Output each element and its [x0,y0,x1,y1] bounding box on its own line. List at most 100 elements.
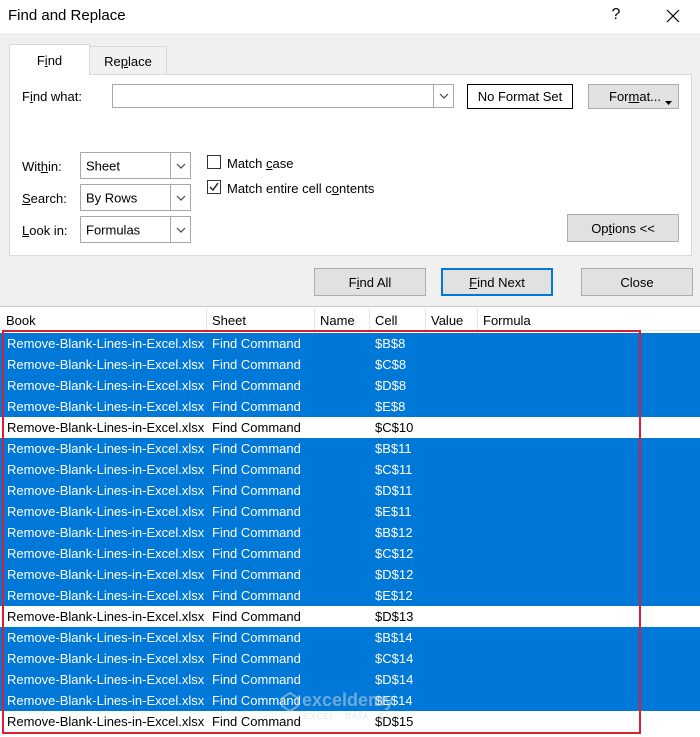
results-list[interactable]: Book Sheet Name Cell Value Formula Remov… [0,306,700,737]
cell-sheet: Find Command [212,546,301,561]
cell-sheet: Find Command [212,462,301,477]
table-row[interactable]: Remove-Blank-Lines-in-Excel.xlsx Find Com… [0,564,700,585]
cell-book: Remove-Blank-Lines-in-Excel.xlsx [7,357,205,372]
cell-address: $C$8 [375,357,407,372]
lookin-label: Look in: [22,223,68,238]
col-sheet[interactable]: Sheet [212,313,246,328]
cell-address: $D$11 [375,483,413,498]
cell-address: $E$8 [375,399,406,414]
tab-find[interactable]: Find [9,44,90,75]
cell-address: $B$8 [375,336,406,351]
cell-book: Remove-Blank-Lines-in-Excel.xlsx [7,714,205,729]
chevron-down-icon[interactable] [433,85,453,107]
chevron-down-icon[interactable] [170,153,190,178]
table-row[interactable]: Remove-Blank-Lines-in-Excel.xlsx Find Com… [0,375,700,396]
col-divider[interactable] [425,308,426,330]
table-row[interactable]: Remove-Blank-Lines-in-Excel.xlsx Find Com… [0,585,700,606]
close-window-icon[interactable] [662,5,684,27]
within-select[interactable]: Sheet [80,152,191,179]
col-divider[interactable] [477,308,478,330]
match-entire-checkbox[interactable] [207,180,221,194]
col-formula[interactable]: Formula [483,313,531,328]
results-header: Book Sheet Name Cell Value Formula [0,307,700,331]
cell-book: Remove-Blank-Lines-in-Excel.xlsx [7,672,205,687]
cell-book: Remove-Blank-Lines-in-Excel.xlsx [7,651,205,666]
cell-address: $E$14 [375,693,413,708]
find-what-label: Find what: [22,89,82,104]
results-rows: Remove-Blank-Lines-in-Excel.xlsx Find Com… [0,333,700,732]
cell-sheet: Find Command [212,567,301,582]
cell-book: Remove-Blank-Lines-in-Excel.xlsx [7,336,205,351]
col-book[interactable]: Book [6,313,36,328]
cell-book: Remove-Blank-Lines-in-Excel.xlsx [7,630,205,645]
col-divider[interactable] [206,308,207,330]
cell-book: Remove-Blank-Lines-in-Excel.xlsx [7,609,205,624]
table-row[interactable]: Remove-Blank-Lines-in-Excel.xlsx Find Com… [0,333,700,354]
search-label: Search: [22,191,67,206]
cell-book: Remove-Blank-Lines-in-Excel.xlsx [7,693,205,708]
table-row[interactable]: Remove-Blank-Lines-in-Excel.xlsx Find Com… [0,669,700,690]
match-entire-label[interactable]: Match entire cell contents [227,181,374,196]
cell-sheet: Find Command [212,504,301,519]
close-button[interactable]: Close [581,268,693,296]
cell-book: Remove-Blank-Lines-in-Excel.xlsx [7,441,205,456]
cell-sheet: Find Command [212,399,301,414]
cell-sheet: Find Command [212,651,301,666]
within-value: Sheet [86,158,120,173]
chevron-down-icon[interactable] [170,185,190,210]
cell-book: Remove-Blank-Lines-in-Excel.xlsx [7,483,205,498]
cell-address: $D$8 [375,378,407,393]
table-row[interactable]: Remove-Blank-Lines-in-Excel.xlsx Find Com… [0,606,700,627]
table-row[interactable]: Remove-Blank-Lines-in-Excel.xlsx Find Com… [0,438,700,459]
cell-address: $E$11 [375,504,412,519]
match-case-checkbox[interactable] [207,155,221,169]
cell-sheet: Find Command [212,525,301,540]
format-button[interactable]: Format... [588,84,679,109]
table-row[interactable]: Remove-Blank-Lines-in-Excel.xlsx Find Com… [0,417,700,438]
cell-sheet: Find Command [212,693,301,708]
tab-replace-label: Replace [104,53,152,69]
col-cell[interactable]: Cell [375,313,397,328]
match-case-label[interactable]: Match case [227,156,293,171]
table-row[interactable]: Remove-Blank-Lines-in-Excel.xlsx Find Com… [0,480,700,501]
table-row[interactable]: Remove-Blank-Lines-in-Excel.xlsx Find Com… [0,543,700,564]
cell-sheet: Find Command [212,672,301,687]
cell-address: $B$11 [375,441,412,456]
cell-sheet: Find Command [212,336,301,351]
cell-address: $D$13 [375,609,414,624]
options-button[interactable]: Options << [567,214,679,242]
find-next-button[interactable]: Find Next [441,268,553,296]
table-row[interactable]: Remove-Blank-Lines-in-Excel.xlsx Find Com… [0,648,700,669]
table-row[interactable]: Remove-Blank-Lines-in-Excel.xlsx Find Com… [0,522,700,543]
chevron-down-icon[interactable] [170,217,190,242]
table-row[interactable]: Remove-Blank-Lines-in-Excel.xlsx Find Com… [0,354,700,375]
table-row[interactable]: Remove-Blank-Lines-in-Excel.xlsx Find Com… [0,501,700,522]
table-row[interactable]: Remove-Blank-Lines-in-Excel.xlsx Find Com… [0,396,700,417]
lookin-select[interactable]: Formulas [80,216,191,243]
cell-sheet: Find Command [212,441,301,456]
cell-address: $B$12 [375,525,413,540]
cell-book: Remove-Blank-Lines-in-Excel.xlsx [7,504,205,519]
search-select[interactable]: By Rows [80,184,191,211]
cell-sheet: Find Command [212,714,301,729]
search-value: By Rows [86,190,138,205]
cell-book: Remove-Blank-Lines-in-Excel.xlsx [7,378,205,393]
table-row[interactable]: Remove-Blank-Lines-in-Excel.xlsx Find Com… [0,690,700,711]
cell-book: Remove-Blank-Lines-in-Excel.xlsx [7,420,205,435]
caret-down-icon [665,94,672,109]
find-what-combo[interactable] [112,84,454,108]
cell-address: $C$10 [375,420,414,435]
col-divider[interactable] [314,308,315,330]
cell-book: Remove-Blank-Lines-in-Excel.xlsx [7,399,205,414]
col-divider[interactable] [369,308,370,330]
table-row[interactable]: Remove-Blank-Lines-in-Excel.xlsx Find Com… [0,627,700,648]
find-all-button[interactable]: Find All [314,268,426,296]
tab-find-label: Find [36,52,63,68]
col-name[interactable]: Name [320,313,355,328]
tab-replace[interactable]: Replace [90,46,167,75]
table-row[interactable]: Remove-Blank-Lines-in-Excel.xlsx Find Com… [0,711,700,732]
col-value[interactable]: Value [431,313,463,328]
table-row[interactable]: Remove-Blank-Lines-in-Excel.xlsx Find Com… [0,459,700,480]
cell-book: Remove-Blank-Lines-in-Excel.xlsx [7,462,205,477]
help-button[interactable]: ? [606,6,626,24]
